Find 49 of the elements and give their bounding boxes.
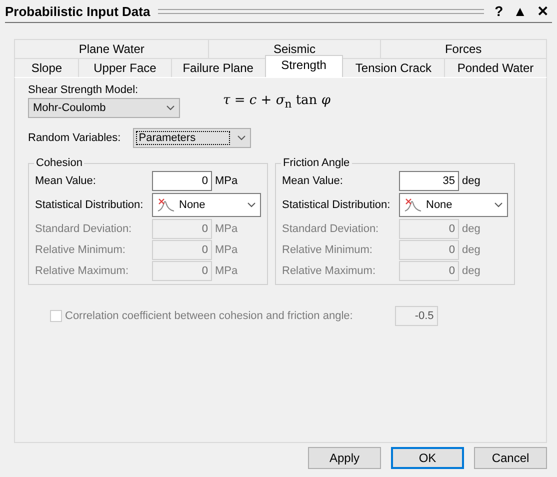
chevron-down-icon <box>166 105 175 111</box>
model-dropdown[interactable]: Mohr-Coulomb <box>28 98 180 118</box>
field-label: Random Variables: <box>28 132 121 144</box>
random-variables-dropdown[interactable]: Parameters <box>132 128 251 148</box>
checkbox-label: Correlation coefficient between cohesion and friction angle: <box>65 310 353 322</box>
distribution-dropdown[interactable]: None <box>399 193 508 217</box>
unit-label: deg <box>462 175 482 187</box>
distribution-curve-icon <box>404 198 422 212</box>
unit-label: deg <box>462 265 482 277</box>
distribution-dropdown[interactable]: None <box>152 193 261 217</box>
window-title: Probabilistic Input Data <box>5 4 150 18</box>
formula: τ = c + σ$_{n}$ tan φ <box>223 93 330 111</box>
unit-label: MPa <box>215 244 239 256</box>
collapse-button[interactable]: ▲ <box>510 3 530 19</box>
chevron-down-icon <box>247 202 256 208</box>
close-button[interactable]: ✕ <box>534 3 552 19</box>
field-label: Standard Deviation: <box>35 223 133 235</box>
apply-button[interactable]: Apply <box>308 447 381 469</box>
field-label: Relative Maximum: <box>35 265 130 277</box>
unit-label: deg <box>462 244 482 256</box>
field-label: Relative Minimum: <box>282 244 374 256</box>
unit-label: MPa <box>215 175 239 187</box>
unit-label: deg <box>462 223 482 235</box>
number-field[interactable]: 35 <box>399 171 459 191</box>
chevron-down-icon <box>494 202 503 208</box>
group-title: Friction Angle <box>282 157 351 169</box>
number-field[interactable]: 0 <box>152 171 212 191</box>
field-label: Statistical Distribution: <box>35 199 144 211</box>
field-label: Mean Value: <box>35 175 97 187</box>
unit-label: MPa <box>215 265 239 277</box>
tab[interactable]: Slope <box>14 58 80 77</box>
field-label: Shear Strength Model: <box>28 84 140 96</box>
tab[interactable]: Plane Water <box>14 39 210 58</box>
tab[interactable]: Ponded Water <box>444 58 548 77</box>
help-button[interactable]: ? <box>492 3 506 19</box>
field-label: Statistical Distribution: <box>282 199 392 211</box>
chevron-down-icon <box>236 135 246 141</box>
group-title: Cohesion <box>35 157 84 169</box>
cancel-button[interactable]: Cancel <box>474 447 547 469</box>
unit-label: MPa <box>215 223 239 235</box>
ok-button[interactable]: OK <box>391 447 464 469</box>
field-label: Mean Value: <box>282 175 344 187</box>
field-label: Relative Minimum: <box>35 244 126 256</box>
tab[interactable]: Strength <box>264 55 343 77</box>
tab[interactable]: Forces <box>380 39 547 58</box>
distribution-curve-icon <box>157 198 175 212</box>
tab[interactable]: Upper Face <box>78 58 172 77</box>
field-label: Standard Deviation: <box>282 223 380 235</box>
field-label: Relative Maximum: <box>282 265 377 277</box>
